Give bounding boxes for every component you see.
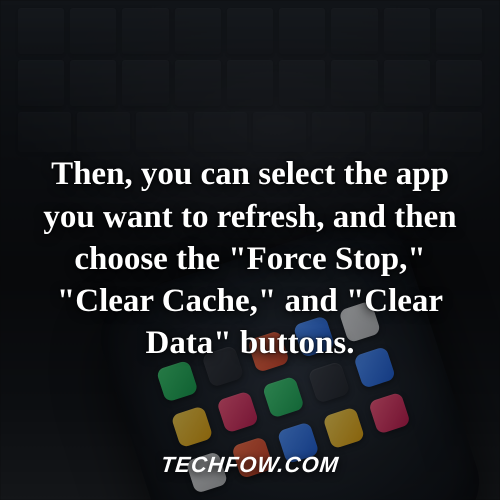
site-watermark: TECHFOW.COM	[0, 452, 500, 478]
content-overlay: Then, you can select the app you want to…	[0, 0, 500, 500]
quote-text: Then, you can select the app you want to…	[28, 153, 472, 364]
